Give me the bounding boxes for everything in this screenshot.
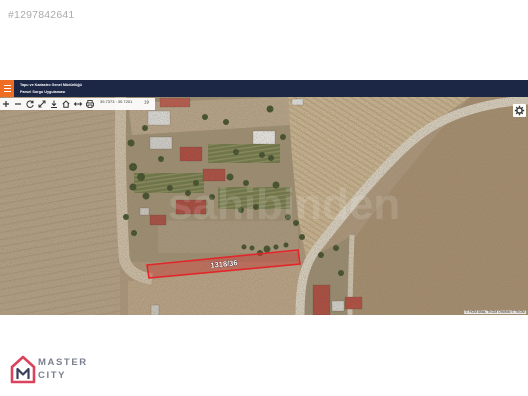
print-icon	[86, 100, 94, 108]
settings-button[interactable]	[513, 104, 526, 117]
print-button[interactable]	[85, 99, 95, 109]
master-city-logo: MASTER CITY	[10, 354, 90, 384]
tree	[137, 173, 145, 181]
building-roof	[159, 97, 191, 108]
tree	[233, 149, 239, 155]
tree	[202, 114, 208, 120]
building-roof	[149, 214, 167, 226]
fullscreen-icon	[38, 100, 46, 108]
logo-word-city: CITY	[38, 370, 67, 381]
home-icon	[62, 100, 70, 108]
building-roof	[291, 98, 304, 106]
measure-icon	[73, 102, 83, 106]
tree	[266, 105, 274, 113]
tree	[131, 230, 137, 236]
tree	[249, 245, 255, 251]
tree	[127, 139, 135, 147]
tree	[283, 242, 289, 248]
field-left	[0, 97, 120, 315]
tree	[299, 234, 305, 240]
rotate-button[interactable]	[25, 99, 35, 109]
building-roof	[150, 304, 160, 315]
tree	[318, 252, 324, 258]
tree	[333, 245, 339, 251]
tree	[129, 183, 137, 191]
tree	[142, 192, 150, 200]
zoom-level: 19	[144, 99, 149, 105]
building-roof	[139, 207, 150, 216]
zoom-out-icon	[15, 103, 21, 105]
menu-button[interactable]	[0, 80, 14, 97]
tree	[158, 156, 164, 162]
download-button[interactable]	[49, 99, 59, 109]
coordinate-field[interactable]: 39.7373 : 30.7201	[100, 100, 132, 104]
tree	[123, 214, 129, 220]
home-button[interactable]	[61, 99, 71, 109]
parcel-query-app: sahibinden 1318/36 © HGM Atlas, TKGM Ort…	[0, 80, 528, 315]
zoom-out-button[interactable]	[13, 99, 23, 109]
tree	[338, 270, 344, 276]
logo-word-master: MASTER	[38, 357, 88, 368]
tree	[223, 119, 229, 125]
building-roof	[179, 146, 203, 162]
building-roof	[252, 130, 276, 145]
tree	[273, 244, 279, 250]
tree	[280, 134, 286, 140]
map-toolbar: 39.7373 : 30.7201 19	[0, 98, 155, 110]
building-roof	[149, 136, 173, 150]
watermark: sahibinden	[168, 180, 400, 229]
tree	[129, 163, 137, 171]
listing-id: #1297842641	[8, 9, 75, 21]
building-roof	[331, 300, 345, 312]
download-icon	[51, 100, 57, 108]
tree	[268, 155, 274, 161]
zoom-in-icon	[3, 101, 9, 107]
rotate-icon	[26, 100, 34, 108]
measure-button[interactable]	[73, 99, 83, 109]
tree	[259, 152, 265, 158]
satellite-imagery: sahibinden 1318/36	[0, 97, 528, 315]
building-roof	[344, 296, 363, 310]
zoom-in-button[interactable]	[1, 99, 11, 109]
building-roof	[312, 284, 331, 315]
map-view[interactable]: sahibinden 1318/36 © HGM Atlas, TKGM Ort…	[0, 97, 528, 315]
app-header: Tapu ve Kadastro Genel Müdürlüğü Parsel …	[0, 80, 528, 97]
fullscreen-button[interactable]	[37, 99, 47, 109]
tree	[241, 244, 247, 250]
organization-name: Tapu ve Kadastro Genel Müdürlüğü	[20, 82, 82, 87]
building-roof	[147, 110, 171, 126]
gear-icon	[514, 105, 525, 116]
house-logo-icon	[10, 355, 36, 384]
tree	[263, 245, 271, 253]
tree	[142, 125, 148, 131]
map-attribution: © HGM Atlas, TKGM Ortofoto © TKGM	[463, 310, 526, 314]
app-title: Parsel Sorgu Uygulaması	[20, 89, 66, 94]
